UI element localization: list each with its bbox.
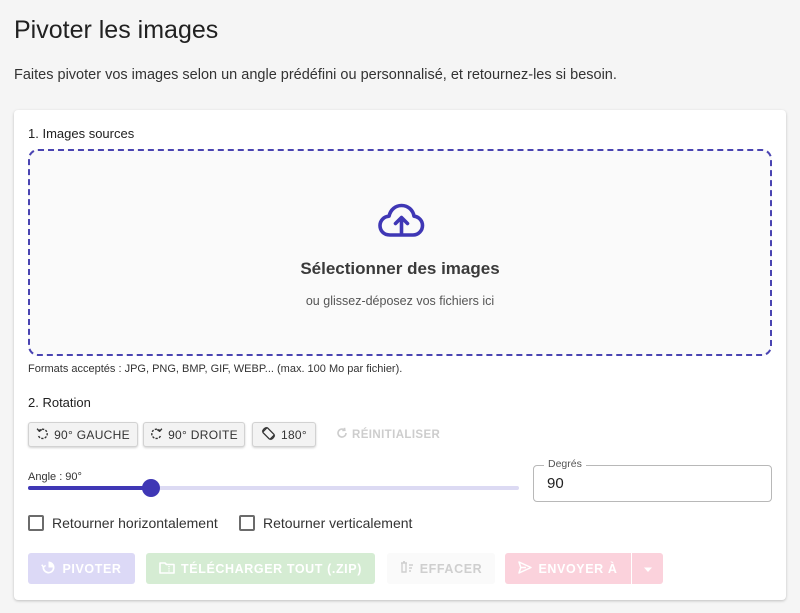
flip-vertical-checkbox-box[interactable] xyxy=(239,515,255,531)
caret-down-icon xyxy=(643,562,653,576)
delete-sweep-icon xyxy=(400,560,414,577)
angle-slider[interactable] xyxy=(28,479,519,497)
pivot-label: PIVOTER xyxy=(62,561,122,576)
rotate-right-90-button[interactable]: 90° DROITE xyxy=(143,422,245,447)
page-subtitle: Faites pivoter vos images selon un angle… xyxy=(14,67,617,83)
rotation-section-label: 2. Rotation xyxy=(28,395,91,410)
send-to-menu-button[interactable] xyxy=(632,553,663,584)
clear-button[interactable]: EFFACER xyxy=(387,553,495,584)
angle-slider-fill xyxy=(28,486,151,490)
send-to-label: ENVOYER À xyxy=(538,561,618,576)
page-title: Pivoter les images xyxy=(14,16,219,44)
download-all-zip-button[interactable]: TÉLÉCHARGER TOUT (.ZIP) xyxy=(146,553,375,584)
image-dropzone[interactable]: Sélectionner des images ou glissez-dépos… xyxy=(28,149,772,356)
flip-horizontal-label: Retourner horizontalement xyxy=(52,515,218,531)
rotate-right-icon xyxy=(150,427,163,443)
angle-slider-thumb[interactable] xyxy=(142,479,160,497)
rotate-icon xyxy=(41,560,56,578)
angle-label: Angle : 90° xyxy=(28,471,82,483)
flip-vertical-label: Retourner verticalement xyxy=(263,515,413,531)
clear-label: EFFACER xyxy=(419,561,483,576)
send-to-button[interactable]: ENVOYER À xyxy=(505,553,631,584)
degrees-field-label: Degrés xyxy=(544,458,586,470)
degrees-field[interactable]: Degrés xyxy=(533,458,772,502)
cloud-upload-icon xyxy=(377,202,425,245)
download-all-zip-label: TÉLÉCHARGER TOUT (.ZIP) xyxy=(181,561,362,576)
reset-label: RÉINITIALISER xyxy=(352,428,441,441)
rotate-right-90-label: 90° DROITE xyxy=(168,427,238,442)
rotate-card: 1. Images sources Sélectionner des image… xyxy=(14,110,786,600)
screen-rotation-icon xyxy=(261,426,276,444)
pivot-button[interactable]: PIVOTER xyxy=(28,553,135,584)
reset-button[interactable]: RÉINITIALISER xyxy=(336,422,440,447)
flip-horizontal-checkbox[interactable]: Retourner horizontalement xyxy=(28,515,218,531)
degrees-input[interactable] xyxy=(547,475,747,492)
rotate-left-90-button[interactable]: 90° GAUCHE xyxy=(28,422,138,447)
accepted-formats-note: Formats acceptés : JPG, PNG, BMP, GIF, W… xyxy=(28,363,403,375)
folder-zip-icon xyxy=(159,561,175,577)
refresh-icon xyxy=(336,427,348,442)
rotate-180-button[interactable]: 180° xyxy=(252,422,316,447)
dropzone-subtitle: ou glissez-déposez vos fichiers ici xyxy=(305,294,495,308)
rotate-left-icon xyxy=(36,427,49,443)
flip-horizontal-checkbox-box[interactable] xyxy=(28,515,44,531)
send-icon xyxy=(518,560,533,577)
rotate-left-90-label: 90° GAUCHE xyxy=(54,427,130,442)
dropzone-title: Sélectionner des images xyxy=(300,259,500,278)
flip-vertical-checkbox[interactable]: Retourner verticalement xyxy=(239,515,412,531)
sources-section-label: 1. Images sources xyxy=(28,126,135,141)
rotate-180-label: 180° xyxy=(280,427,308,442)
